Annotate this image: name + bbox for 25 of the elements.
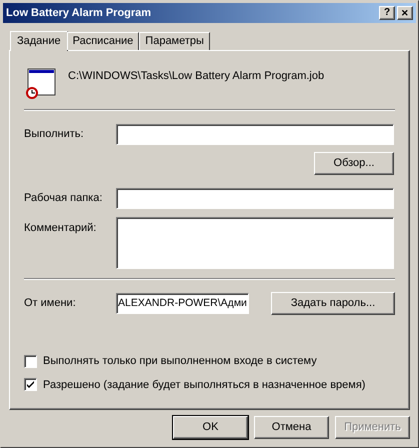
task-path: C:\WINDOWS\Tasks\Low Battery Alarm Program.job [68,69,324,84]
checkbox-label: Выполнять только при выполненном входе в систему [43,354,317,369]
tab[interactable]: Задание [10,31,68,51]
comment-field[interactable] [116,217,394,269]
checkbox-label: Разрешено (задание будет выполняться в назначенное время) [43,378,366,392]
tab[interactable]: Расписание [66,32,140,50]
work-folder-label: Рабочая папка: [24,191,104,206]
run-field[interactable] [116,124,394,145]
dialog-button[interactable]: OK [173,416,248,439]
scheduled-window-icon [24,67,56,99]
close-button[interactable]: ✕ [397,6,413,20]
help-button[interactable]: ? [379,6,395,20]
comment-label: Комментарий: [24,221,98,236]
run-as-field[interactable]: ALEXANDR-POWER\Адми [116,293,249,314]
dialog-button[interactable]: Отмена [254,416,329,439]
checkbox[interactable] [24,378,37,392]
run-label: Выполнить: [24,127,85,142]
run-as-label: От имени: [24,296,77,312]
tab[interactable]: Параметры [139,32,210,50]
browse-button[interactable]: Обзор... [314,152,394,175]
check-icon [27,381,34,388]
window-title: Low Battery Alarm Program [6,6,152,21]
checkbox[interactable] [24,354,37,368]
set-password-button[interactable]: Задать пароль... [271,292,395,315]
work-folder-field[interactable] [116,188,394,209]
